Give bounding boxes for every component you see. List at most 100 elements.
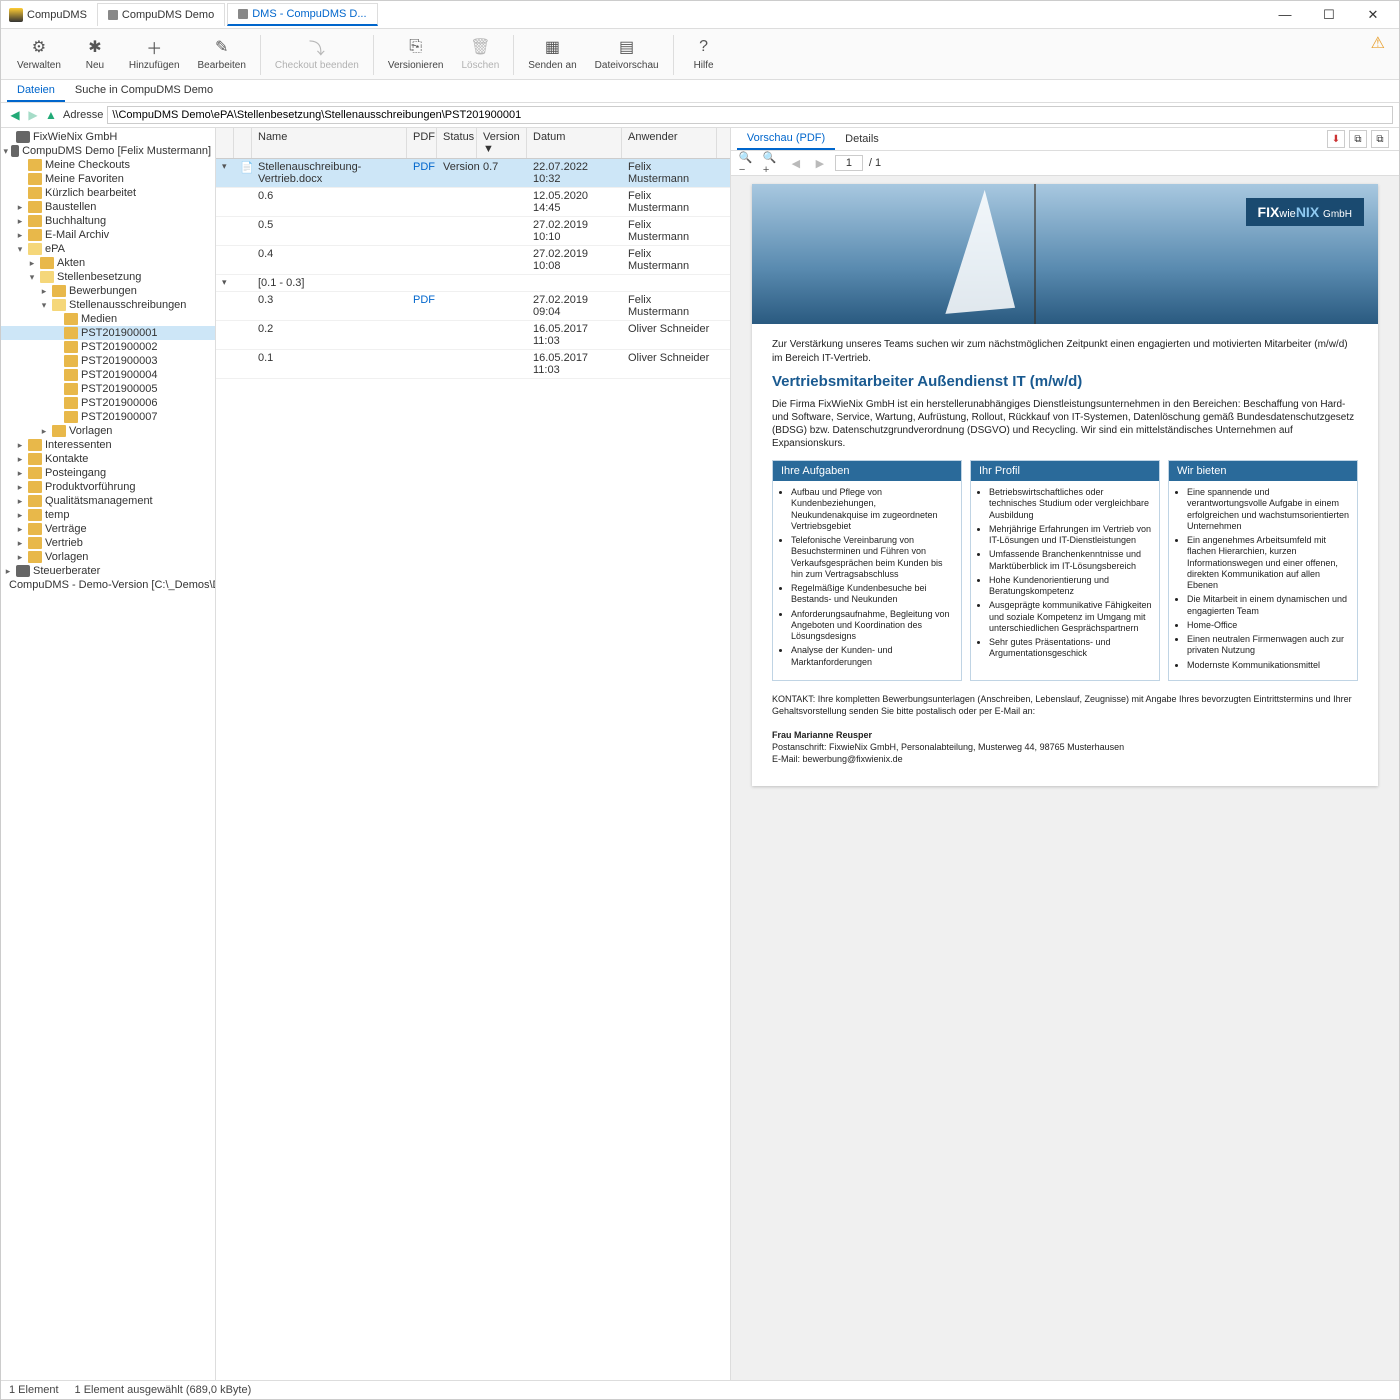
- tree-node[interactable]: ▸Baustellen: [1, 200, 215, 214]
- table-row[interactable]: 0.612.05.2020 14:45Felix Mustermann: [216, 188, 730, 217]
- tree-node[interactable]: ▸Kontakte: [1, 452, 215, 466]
- table-row[interactable]: 0.3PDF27.02.2019 09:04Felix Mustermann: [216, 292, 730, 321]
- tree-node[interactable]: PST201900006: [1, 396, 215, 410]
- tree-node[interactable]: ▸Qualitätsmanagement: [1, 494, 215, 508]
- tree-node[interactable]: ▸Steuerberater: [1, 564, 215, 578]
- detach2-icon[interactable]: ⧉: [1371, 130, 1389, 148]
- col-profil: Ihr Profil Betriebswirtschaftliches oder…: [970, 460, 1160, 681]
- folder-icon: [28, 495, 42, 507]
- ribbon: ⚙Verwalten✱Neu＋Hinzufügen✎Bearbeiten ⤵Che…: [1, 29, 1399, 80]
- tree-node[interactable]: CompuDMS - Demo-Version [C:\_Demos\Demo-…: [1, 578, 215, 592]
- table-row[interactable]: 0.116.05.2017 11:03Oliver Schneider: [216, 350, 730, 379]
- preview-tab[interactable]: Details: [835, 129, 889, 149]
- checkout-button[interactable]: ⤵Checkout beenden: [267, 33, 367, 73]
- col-aufgaben: Ihre Aufgaben Aufbau und Pflege von Kund…: [772, 460, 962, 681]
- tree-node[interactable]: Meine Checkouts: [1, 158, 215, 172]
- pdf-page: FIXwieNIX GmbH Zur Verstärkung unseres T…: [752, 184, 1378, 786]
- tree-node[interactable]: ▸Akten: [1, 256, 215, 270]
- table-row[interactable]: 0.427.02.2019 10:08Felix Mustermann: [216, 246, 730, 275]
- folder-icon: [28, 243, 42, 255]
- tree-node[interactable]: FixWieNix GmbH: [1, 130, 215, 144]
- versionieren-button[interactable]: ⎘Versionieren: [380, 33, 452, 73]
- col-status[interactable]: Status: [437, 128, 477, 158]
- tree-node[interactable]: ▾Stellenbesetzung: [1, 270, 215, 284]
- list-item: Hohe Kundenorientierung und Beratungskom…: [989, 575, 1153, 598]
- loeschen-button[interactable]: 🗑Löschen: [453, 33, 507, 73]
- company-logo: FIXwieNIX GmbH: [1246, 198, 1364, 226]
- tree-node[interactable]: PST201900001: [1, 326, 215, 340]
- tree-node[interactable]: ▸Produktvorführung: [1, 480, 215, 494]
- nav-forward-icon[interactable]: ▶: [25, 107, 41, 123]
- table-row[interactable]: ▾[0.1 - 0.3]: [216, 275, 730, 292]
- verwalten-icon: ⚙: [27, 35, 51, 59]
- col-pdf[interactable]: PDF: [407, 128, 437, 158]
- close-button[interactable]: ✕: [1355, 3, 1391, 27]
- col-name[interactable]: Name: [252, 128, 407, 158]
- list-item: Aufbau und Pflege von Kundenbeziehungen,…: [791, 487, 955, 532]
- tree-node[interactable]: ▸Bewerbungen: [1, 284, 215, 298]
- tree-node[interactable]: ▾Stellenausschreibungen: [1, 298, 215, 312]
- prev-page-icon[interactable]: ◀: [787, 154, 805, 172]
- tree-node[interactable]: ▾CompuDMS Demo [Felix Mustermann]: [1, 144, 215, 158]
- tree-node[interactable]: Meine Favoriten: [1, 172, 215, 186]
- folder-tree[interactable]: FixWieNix GmbH▾CompuDMS Demo [Felix Must…: [1, 128, 216, 1380]
- table-row[interactable]: 0.527.02.2019 10:10Felix Mustermann: [216, 217, 730, 246]
- maximize-button[interactable]: ☐: [1311, 3, 1347, 27]
- addressbar: ◀ ▶ ▲ Adresse: [1, 103, 1399, 128]
- file-grid[interactable]: Name PDF Status Version ▼ Datum Anwender…: [216, 128, 731, 1380]
- zoom-out-icon[interactable]: 🔍−: [739, 154, 757, 172]
- window-tab[interactable]: CompuDMS Demo: [97, 3, 225, 26]
- tree-node[interactable]: PST201900003: [1, 354, 215, 368]
- zoom-in-icon[interactable]: 🔍+: [763, 154, 781, 172]
- tree-node[interactable]: ▸Vorlagen: [1, 550, 215, 564]
- tree-node[interactable]: Medien: [1, 312, 215, 326]
- tree-node[interactable]: ▸temp: [1, 508, 215, 522]
- nav-up-icon[interactable]: ▲: [43, 107, 59, 123]
- grid-header: Name PDF Status Version ▼ Datum Anwender: [216, 128, 730, 159]
- window-tab[interactable]: DMS - CompuDMS D...: [227, 3, 377, 26]
- detach-icon[interactable]: ⧉: [1349, 130, 1367, 148]
- tree-node[interactable]: ▸Buchhaltung: [1, 214, 215, 228]
- hinzufuegen-button[interactable]: ＋Hinzufügen: [121, 33, 188, 73]
- address-input[interactable]: [107, 106, 1393, 124]
- warning-icon[interactable]: ⚠: [1371, 33, 1385, 53]
- folder-icon: [64, 341, 78, 353]
- tree-node[interactable]: ▸Posteingang: [1, 466, 215, 480]
- preview-tab[interactable]: Vorschau (PDF): [737, 128, 835, 150]
- pdf-icon[interactable]: ⬇: [1327, 130, 1345, 148]
- tree-node[interactable]: ▸Interessenten: [1, 438, 215, 452]
- tree-node[interactable]: ▸E-Mail Archiv: [1, 228, 215, 242]
- tree-node[interactable]: PST201900007: [1, 410, 215, 424]
- col-user[interactable]: Anwender: [622, 128, 717, 158]
- neu-button[interactable]: ✱Neu: [71, 33, 119, 73]
- dateivorschau-button[interactable]: ▤Dateivorschau: [587, 33, 667, 73]
- tree-node[interactable]: PST201900004: [1, 368, 215, 382]
- tree-node[interactable]: ▾ePA: [1, 242, 215, 256]
- table-row[interactable]: ▾📄Stellenauschreibung-Vertrieb.docxPDFVe…: [216, 159, 730, 188]
- folder-icon: [28, 453, 42, 465]
- tree-node[interactable]: ▸Vertrieb: [1, 536, 215, 550]
- subtab[interactable]: Suche in CompuDMS Demo: [65, 80, 223, 102]
- subtab[interactable]: Dateien: [7, 80, 65, 102]
- tree-node[interactable]: ▸Vorlagen: [1, 424, 215, 438]
- verwalten-button[interactable]: ⚙Verwalten: [9, 33, 69, 73]
- tree-node[interactable]: ▸Verträge: [1, 522, 215, 536]
- list-item: Sehr gutes Präsentations- und Argumentat…: [989, 637, 1153, 660]
- col-version[interactable]: Version ▼: [477, 128, 527, 158]
- address-label: Adresse: [63, 109, 103, 121]
- tree-node[interactable]: PST201900005: [1, 382, 215, 396]
- col-date[interactable]: Datum: [527, 128, 622, 158]
- minimize-button[interactable]: —: [1267, 3, 1303, 27]
- table-row[interactable]: 0.216.05.2017 11:03Oliver Schneider: [216, 321, 730, 350]
- nav-back-icon[interactable]: ◀: [7, 107, 23, 123]
- sendenan-button[interactable]: ▦Senden an: [520, 33, 584, 73]
- tree-node[interactable]: PST201900002: [1, 340, 215, 354]
- tree-node[interactable]: Kürzlich bearbeitet: [1, 186, 215, 200]
- folder-icon: [28, 173, 42, 185]
- page-total: / 1: [869, 157, 881, 169]
- page-input[interactable]: 1: [835, 155, 863, 171]
- doc-intro: Zur Verstärkung unseres Teams suchen wir…: [772, 338, 1358, 365]
- next-page-icon[interactable]: ▶: [811, 154, 829, 172]
- bearbeiten-button[interactable]: ✎Bearbeiten: [190, 33, 254, 73]
- hilfe-button[interactable]: ?Hilfe: [680, 33, 728, 73]
